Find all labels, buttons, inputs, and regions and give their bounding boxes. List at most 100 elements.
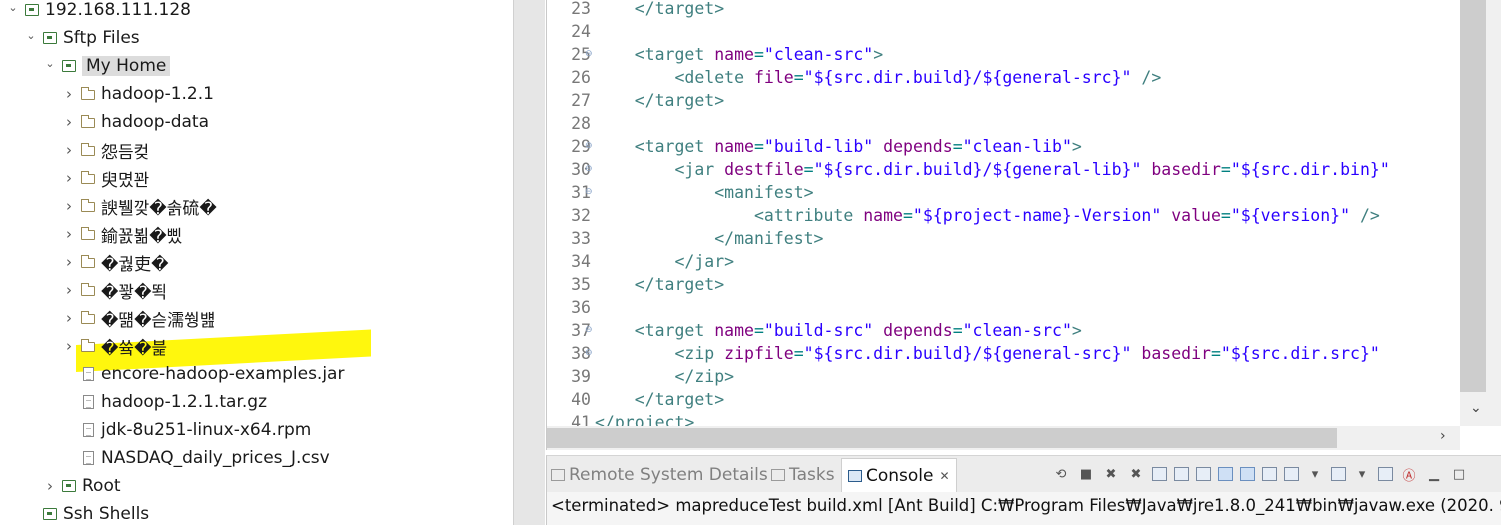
- expand-twisty-icon[interactable]: ⌄: [43, 56, 57, 70]
- tree-item[interactable]: jdk-8u251-linux-x64.rpm: [62, 416, 311, 444]
- display-console-icon[interactable]: [1284, 467, 1299, 481]
- tree-item[interactable]: › 諛뷀깢�솕硫�: [62, 192, 217, 220]
- code-line[interactable]: <manifest>: [595, 181, 813, 204]
- collapse-twisty-icon[interactable]: ›: [62, 197, 76, 215]
- code-token: =: [793, 344, 804, 363]
- scroll-down-icon[interactable]: ⌄: [1470, 400, 1482, 416]
- word-wrap-icon[interactable]: [1196, 467, 1211, 481]
- code-line[interactable]: </target>: [595, 388, 724, 411]
- code-token: </target>: [634, 91, 725, 110]
- fold-collapse-icon[interactable]: ⊖: [585, 141, 593, 151]
- code-token: "${src.dir.src}": [1220, 344, 1380, 363]
- code-line[interactable]: <attribute name="${project-name}-Version…: [595, 204, 1380, 227]
- tab-console[interactable]: Console ✕: [841, 458, 957, 492]
- code-line[interactable]: </target>: [595, 273, 724, 296]
- tree-item[interactable]: › 怨듬컺: [62, 136, 149, 164]
- code-token: <attribute: [753, 206, 864, 225]
- tree-item[interactable]: › 鍮꾨뵒�삤: [62, 220, 182, 248]
- pin-console-icon[interactable]: [1262, 467, 1277, 481]
- code-line[interactable]: <zip zipfile="${src.dir.build}/${general…: [595, 342, 1380, 365]
- tree-item[interactable]: › hadoop-1.2.1: [62, 80, 214, 108]
- tree-item-label: NASDAQ_daily_prices_J.csv: [101, 448, 330, 468]
- tab-tasks[interactable]: Tasks: [771, 458, 835, 492]
- code-token: "${project-name}-Version": [912, 206, 1162, 225]
- tree-item[interactable]: › hadoop-data: [62, 108, 209, 136]
- dropdown-icon[interactable]: ▾: [1353, 465, 1371, 483]
- fold-collapse-icon[interactable]: ⊖: [585, 164, 593, 174]
- expand-twisty-icon[interactable]: ⌄: [24, 28, 38, 42]
- tree-item[interactable]: ⌄ My Home: [43, 52, 171, 80]
- tree-item[interactable]: Ssh Shells: [24, 500, 149, 525]
- collapse-twisty-icon[interactable]: ›: [43, 477, 57, 495]
- ant-build-xml-editor[interactable]: 23 24 25 ⊖ 26 27 28 29 ⊖ 30 ⊖ 31 ⊖ 32 33 34 35 36 37 ⊖ 38 ⊖ 39…: [546, 0, 1501, 450]
- horizontal-scrollbar[interactable]: ›: [547, 426, 1460, 450]
- close-icon[interactable]: ✕: [940, 469, 950, 483]
- fold-collapse-icon[interactable]: ⊖: [585, 325, 593, 335]
- collapse-twisty-icon[interactable]: ›: [62, 281, 76, 299]
- maximize-icon[interactable]: □: [1450, 465, 1468, 483]
- code-line[interactable]: <target name="build-src" depends="clean-…: [595, 319, 1082, 342]
- collapse-twisty-icon[interactable]: ›: [62, 253, 76, 271]
- fold-collapse-icon[interactable]: ⊖: [585, 49, 593, 59]
- terminate-icon[interactable]: ■: [1077, 465, 1095, 483]
- tree-item-label: �궗吏�: [101, 254, 169, 275]
- code-line[interactable]: </target>: [595, 89, 724, 112]
- vertical-scrollbar[interactable]: ⌄: [1460, 0, 1501, 426]
- code-line[interactable]: </zip>: [595, 365, 734, 388]
- tab-remote-system-details[interactable]: Remote System Details: [551, 458, 768, 492]
- tree-item[interactable]: ⌄ 192.168.111.128: [6, 0, 191, 24]
- tree-item[interactable]: › Root: [43, 472, 121, 500]
- tree-item[interactable]: encore-hadoop-examples.jar: [62, 360, 344, 388]
- tree-item[interactable]: NASDAQ_daily_prices_J.csv: [62, 444, 330, 472]
- code-line[interactable]: </project>: [595, 411, 694, 426]
- code-token: <target: [634, 137, 715, 156]
- remove-launch-icon[interactable]: ✖: [1102, 465, 1120, 483]
- line-number: 33: [571, 229, 591, 248]
- fold-collapse-icon[interactable]: ⊖: [585, 187, 593, 197]
- tree-item[interactable]: › �떎�슫濡쒕뱶: [62, 304, 215, 332]
- folder-icon: [80, 198, 96, 214]
- dropdown-icon[interactable]: ▾: [1306, 465, 1324, 483]
- code-line[interactable]: <target name="clean-src">: [595, 43, 883, 66]
- show-on-error-icon[interactable]: [1240, 467, 1255, 481]
- show-on-output-icon[interactable]: [1218, 467, 1233, 481]
- open-console-icon[interactable]: [1378, 467, 1393, 481]
- fold-collapse-icon[interactable]: ⊖: [585, 348, 593, 358]
- collapse-twisty-icon[interactable]: ›: [62, 169, 76, 187]
- a-icon[interactable]: Ⓐ: [1400, 465, 1418, 484]
- tree-item[interactable]: › 臾몄꽌: [62, 164, 149, 192]
- vertical-scroll-thumb[interactable]: [1460, 0, 1486, 392]
- horizontal-scroll-thumb[interactable]: [547, 428, 1337, 448]
- collapse-twisty-icon[interactable]: ›: [62, 141, 76, 159]
- code-line[interactable]: <target name="build-lib" depends="clean-…: [595, 135, 1082, 158]
- tree-item[interactable]: hadoop-1.2.1.tar.gz: [62, 388, 267, 416]
- code-line[interactable]: </manifest>: [595, 227, 823, 250]
- lock-scroll-icon[interactable]: ⟲: [1052, 465, 1070, 483]
- folder-icon: [80, 226, 96, 242]
- tree-item[interactable]: › �꽣�뙥: [62, 276, 167, 304]
- tree-item[interactable]: ⌄ Sftp Files: [24, 24, 139, 52]
- new-console-icon[interactable]: [1331, 467, 1346, 481]
- code-line[interactable]: <delete file="${src.dir.build}/${general…: [595, 66, 1161, 89]
- code-token: =: [952, 137, 963, 156]
- view-splitter[interactable]: [513, 0, 545, 525]
- collapse-twisty-icon[interactable]: ›: [62, 113, 76, 131]
- remove-all-icon[interactable]: ✖: [1127, 465, 1145, 483]
- code-area[interactable]: 23 24 25 ⊖ 26 27 28 29 ⊖ 30 ⊖ 31 ⊖ 32 33 34 35 36 37 ⊖ 38 ⊖ 39…: [547, 0, 1460, 426]
- collapse-twisty-icon[interactable]: ›: [62, 85, 76, 103]
- expand-twisty-icon[interactable]: ⌄: [6, 0, 20, 14]
- tree-item[interactable]: › �쓬�븙: [62, 332, 167, 360]
- collapse-twisty-icon[interactable]: ›: [62, 225, 76, 243]
- scroll-right-icon[interactable]: ›: [1440, 428, 1446, 444]
- code-line[interactable]: </jar>: [595, 250, 734, 273]
- code-line[interactable]: </target>: [595, 0, 724, 20]
- collapse-twisty-icon[interactable]: ›: [62, 309, 76, 327]
- tree-item[interactable]: › �궗吏�: [62, 248, 169, 276]
- scroll-lock-icon[interactable]: [1174, 467, 1189, 481]
- code-token: =: [1220, 206, 1231, 225]
- code-line[interactable]: <jar destfile="${src.dir.build}/${genera…: [595, 158, 1389, 181]
- clear-console-icon[interactable]: [1152, 467, 1167, 481]
- minimize-icon[interactable]: ▁: [1425, 465, 1443, 483]
- collapse-twisty-icon[interactable]: ›: [62, 337, 76, 355]
